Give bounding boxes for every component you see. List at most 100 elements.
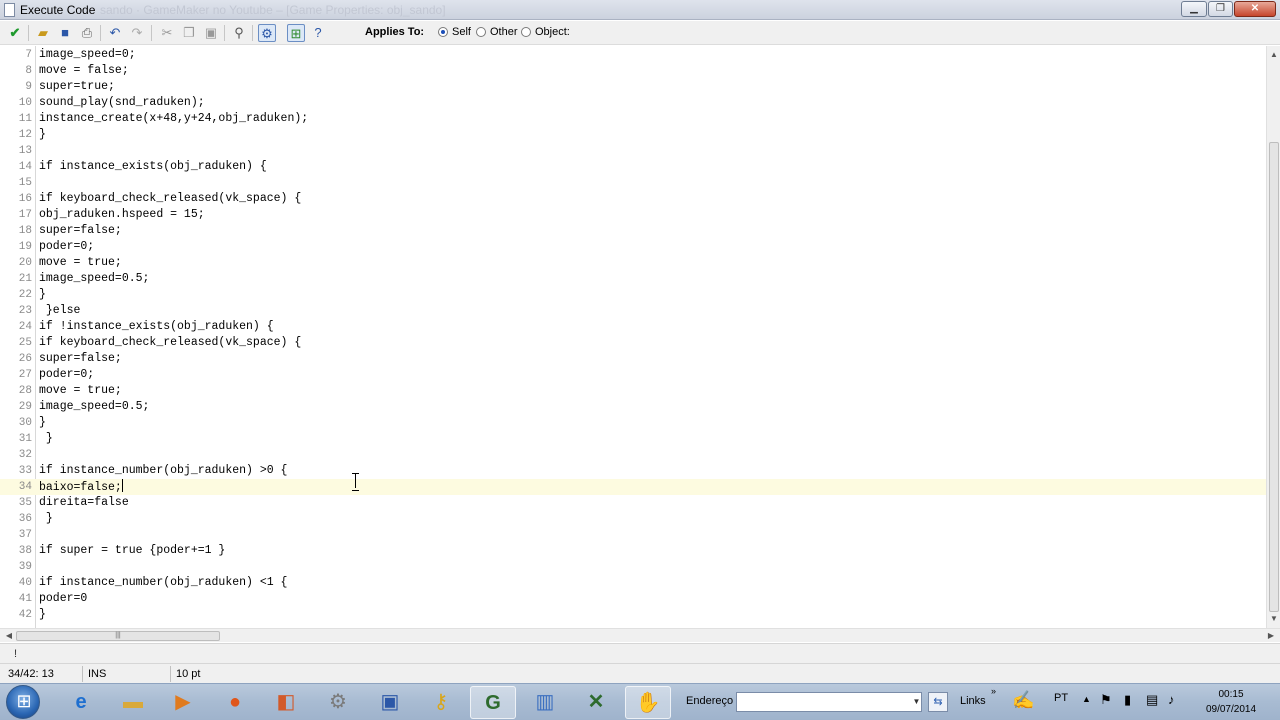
code-text[interactable]: }else — [39, 303, 81, 319]
code-text[interactable]: baixo=false; — [39, 479, 123, 496]
code-text[interactable]: move = false; — [39, 63, 129, 79]
network-icon[interactable]: ▤ — [1146, 692, 1158, 708]
code-text[interactable]: } — [39, 287, 46, 303]
code-text[interactable]: if !instance_exists(obj_raduken) { — [39, 319, 274, 335]
code-line[interactable]: 42} — [0, 607, 1266, 623]
settings-gear-icon[interactable]: ⚙ — [315, 686, 361, 719]
code-line[interactable]: 30} — [0, 415, 1266, 431]
game-hand-icon[interactable]: ✋ — [625, 686, 671, 719]
code-line[interactable]: 10 sound_play(snd_raduken); — [0, 95, 1266, 111]
ok-check-icon[interactable]: ✔ — [6, 24, 24, 42]
applies-self-label[interactable]: Self — [452, 26, 471, 38]
code-line[interactable]: 34 baixo=false; — [0, 479, 1266, 495]
copy-icon[interactable]: ❐ — [180, 24, 198, 42]
code-text[interactable]: poder=0; — [39, 367, 94, 383]
cut-icon[interactable]: ✂ — [158, 24, 176, 42]
maximize-button[interactable]: ❐ — [1208, 1, 1233, 17]
code-line[interactable]: 23 }else — [0, 303, 1266, 319]
code-line[interactable]: 21 image_speed=0.5; — [0, 271, 1266, 287]
code-text[interactable]: poder=0 — [39, 591, 87, 607]
code-line[interactable]: 9 super=true; — [0, 79, 1266, 95]
code-text[interactable]: image_speed=0.5; — [39, 271, 149, 287]
code-text[interactable]: super=false; — [39, 223, 122, 239]
code-text[interactable]: obj_raduken.hspeed = 15; — [39, 207, 205, 223]
code-line[interactable]: 36 } — [0, 511, 1266, 527]
code-text[interactable]: } — [39, 511, 53, 527]
links-expand-icon[interactable]: » — [991, 686, 996, 696]
code-text[interactable]: image_speed=0.5; — [39, 399, 149, 415]
code-line[interactable]: 22} — [0, 287, 1266, 303]
scroll-down-arrow-icon[interactable]: ▼ — [1267, 612, 1280, 626]
code-line[interactable]: 19 poder=0; — [0, 239, 1266, 255]
language-indicator[interactable]: PT — [1054, 692, 1068, 704]
help-icon[interactable]: ? — [309, 24, 327, 42]
code-text[interactable]: } — [39, 127, 46, 143]
gamemaker-icon[interactable]: G — [470, 686, 516, 719]
keys-icon[interactable]: ⚷ — [418, 686, 464, 719]
code-text[interactable]: if instance_number(obj_raduken) >0 { — [39, 463, 287, 479]
code-text[interactable]: direita=false — [39, 495, 129, 511]
code-text[interactable]: if instance_number(obj_raduken) <1 { — [39, 575, 287, 591]
code-line[interactable]: 13 — [0, 143, 1266, 159]
code-line[interactable]: 17 obj_raduken.hspeed = 15; — [0, 207, 1266, 223]
code-text[interactable]: if keyboard_check_released(vk_space) { — [39, 191, 301, 207]
find-icon[interactable]: ⚲ — [230, 24, 248, 42]
code-text[interactable]: super=true; — [39, 79, 115, 95]
code-editor[interactable]: 7 image_speed=0; 8 move = false; 9 super=true… — [0, 46, 1266, 628]
code-line[interactable]: 15 — [0, 175, 1266, 191]
address-input[interactable] — [736, 692, 922, 712]
code-line[interactable]: 33 if instance_number(obj_raduken) >0 { — [0, 463, 1266, 479]
gamemaker-studio-icon[interactable]: ✕ — [573, 686, 619, 719]
code-line[interactable]: 24 if !instance_exists(obj_raduken) { — [0, 319, 1266, 335]
code-line[interactable]: 11 instance_create(x+48,y+24,obj_raduken)… — [0, 111, 1266, 127]
applies-object-label[interactable]: Object: — [535, 26, 570, 38]
code-text[interactable]: image_speed=0; — [39, 47, 136, 63]
start-button[interactable] — [6, 685, 41, 719]
code-line[interactable]: 29 image_speed=0.5; — [0, 399, 1266, 415]
applies-other-radio[interactable] — [476, 27, 486, 37]
system-clock[interactable]: 00:15 09/07/2014 — [1196, 687, 1266, 717]
print-icon[interactable]: ⎙ — [78, 24, 96, 42]
code-line[interactable]: 31 } — [0, 431, 1266, 447]
device-icon[interactable]: ▮ — [1124, 692, 1131, 708]
code-text[interactable]: move = true; — [39, 383, 122, 399]
internet-explorer-icon[interactable]: e — [58, 686, 104, 719]
code-line[interactable]: 12} — [0, 127, 1266, 143]
code-line[interactable]: 27 poder=0; — [0, 367, 1266, 383]
code-text[interactable]: } — [39, 431, 53, 447]
scroll-right-arrow-icon[interactable]: ▶ — [1264, 629, 1278, 643]
code-line[interactable]: 38 if super = true {poder+=1 } — [0, 543, 1266, 559]
code-text[interactable]: super=false; — [39, 351, 122, 367]
network-chart-icon[interactable]: ▥ — [522, 686, 568, 719]
scroll-left-arrow-icon[interactable]: ◀ — [2, 629, 16, 643]
redo-icon[interactable]: ↷ — [128, 24, 146, 42]
save-icon[interactable]: ■ — [56, 24, 74, 42]
code-line[interactable]: 25 if keyboard_check_released(vk_space) { — [0, 335, 1266, 351]
code-line[interactable]: 16 if keyboard_check_released(vk_space) { — [0, 191, 1266, 207]
code-line[interactable]: 32 — [0, 447, 1266, 463]
insert-resource-icon[interactable]: ⊞ — [287, 24, 305, 42]
tray-expand-icon[interactable]: ▲ — [1082, 694, 1091, 704]
code-text[interactable]: } — [39, 607, 46, 623]
code-check-icon[interactable]: ⚙ — [258, 24, 276, 42]
applies-other-label[interactable]: Other — [490, 26, 518, 38]
applies-self-radio[interactable] — [438, 27, 448, 37]
horizontal-scrollbar[interactable]: ◀ ||| ▶ — [0, 628, 1280, 642]
code-line[interactable]: 37 — [0, 527, 1266, 543]
undo-icon[interactable]: ↶ — [106, 24, 124, 42]
code-text[interactable]: move = true; — [39, 255, 122, 271]
code-text[interactable]: if super = true {poder+=1 } — [39, 543, 225, 559]
vertical-scrollbar[interactable]: ▲ ▼ — [1266, 46, 1280, 628]
action-center-icon[interactable]: ⚑ — [1100, 692, 1112, 708]
save-disk-icon[interactable]: ▣ — [367, 686, 413, 719]
paste-icon[interactable]: ▣ — [202, 24, 220, 42]
code-text[interactable]: poder=0; — [39, 239, 94, 255]
code-line[interactable]: 14 if instance_exists(obj_raduken) { — [0, 159, 1266, 175]
media-player-icon[interactable]: ▶ — [160, 686, 206, 719]
pen-input-icon[interactable]: ✍ — [1012, 690, 1034, 711]
vertical-scroll-thumb[interactable] — [1269, 142, 1279, 612]
address-dropdown-icon[interactable]: ▼ — [911, 693, 922, 711]
horizontal-scroll-thumb[interactable]: ||| — [16, 631, 220, 641]
office-icon[interactable]: ◧ — [263, 686, 309, 719]
code-line[interactable]: 26 super=false; — [0, 351, 1266, 367]
